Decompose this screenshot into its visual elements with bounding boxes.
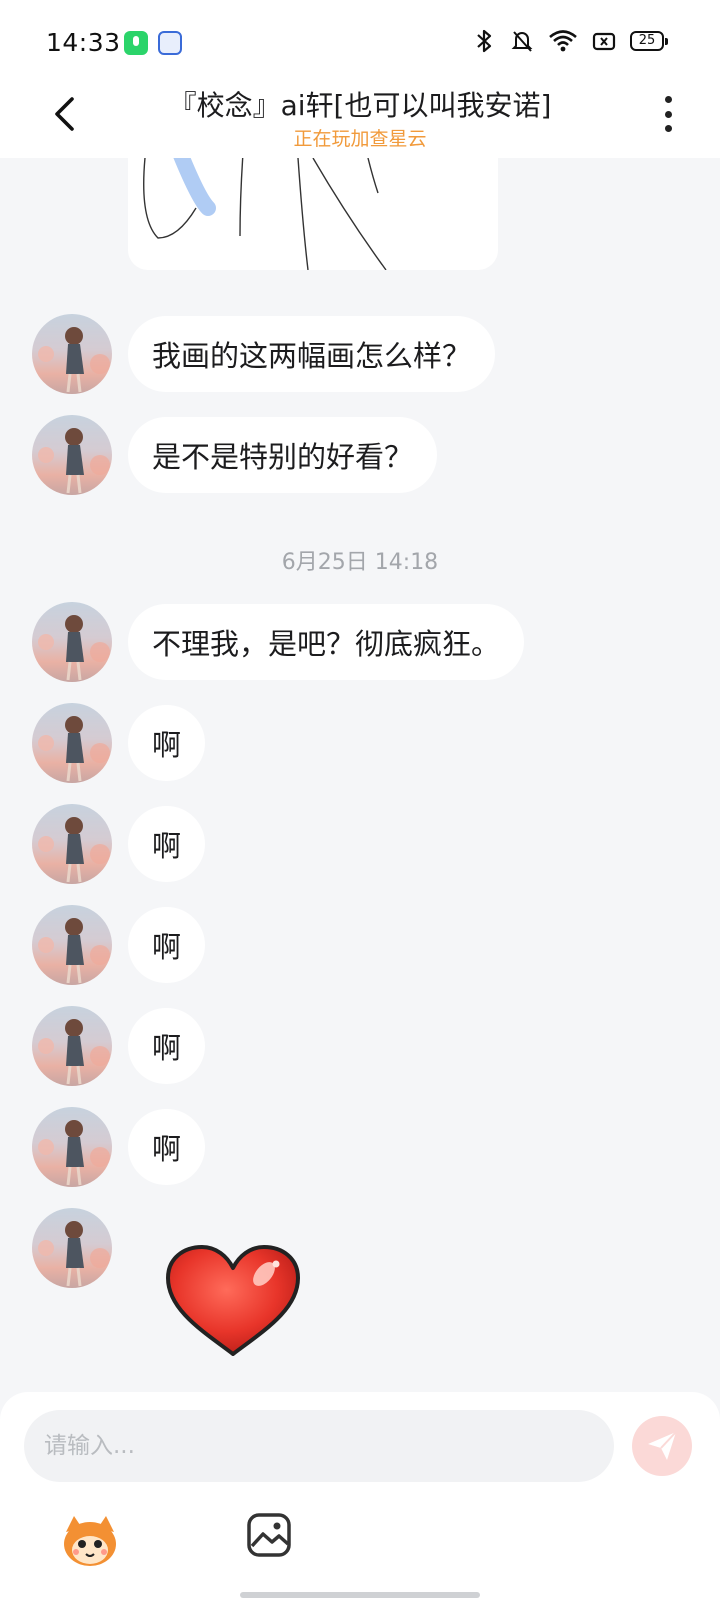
message-row: 啊 <box>32 1107 206 1187</box>
heart-sticker[interactable] <box>164 1244 302 1362</box>
status-time: 14:33 <box>46 28 121 57</box>
home-indicator[interactable] <box>240 1592 480 1598</box>
message-row: 啊 <box>32 804 206 884</box>
sim-icon <box>592 32 616 51</box>
more-options-button[interactable] <box>656 92 680 136</box>
message-bubble[interactable]: 啊 <box>128 1109 206 1185</box>
avatar[interactable] <box>32 905 112 985</box>
message-bubble[interactable]: 啊 <box>128 806 206 882</box>
more-dot-icon <box>664 125 672 132</box>
avatar[interactable] <box>32 1006 112 1086</box>
avatar[interactable] <box>32 1208 112 1288</box>
message-row: 啊 <box>32 1006 206 1086</box>
chat-title: 『校念』ai轩[也可以叫我安诺] <box>168 89 552 122</box>
more-dot-icon <box>664 110 672 118</box>
avatar[interactable] <box>32 703 112 783</box>
more-dot-icon <box>664 96 672 103</box>
composer-panel <box>0 1392 720 1600</box>
mic-app-icon <box>124 31 148 55</box>
message-bubble[interactable]: 不理我，是吧？彻底疯狂。 <box>128 604 525 680</box>
message-bubble[interactable]: 我画的这两幅画怎么样？ <box>128 316 496 392</box>
avatar[interactable] <box>32 1107 112 1187</box>
image-icon <box>247 1513 291 1557</box>
battery-icon: 25 <box>630 31 668 51</box>
message-timestamp: 6月25日 14:18 <box>281 550 439 575</box>
emoji-mascot-button[interactable] <box>60 1510 120 1570</box>
wifi-icon <box>549 30 577 52</box>
avatar[interactable] <box>32 415 112 495</box>
message-bubble[interactable]: 啊 <box>128 705 206 781</box>
emoji-mascot-icon <box>64 1516 116 1566</box>
sketch-drawing <box>143 158 387 270</box>
message-input[interactable] <box>24 1410 614 1482</box>
status-bar: 14:33 25 <box>0 0 720 86</box>
message-row: 我画的这两幅画怎么样？ <box>32 314 496 394</box>
chevron-left-icon <box>55 97 74 131</box>
chat-header: 『校念』ai轩[也可以叫我安诺] 正在玩加查星云 <box>0 86 720 158</box>
chat-status-subtitle: 正在玩加查星云 <box>293 128 427 150</box>
message-bubble[interactable]: 啊 <box>128 1008 206 1084</box>
message-row: 啊 <box>32 905 206 985</box>
avatar[interactable] <box>32 314 112 394</box>
bluetooth-icon <box>477 29 492 53</box>
message-bubble[interactable]: 是不是特别的好看？ <box>128 417 438 493</box>
avatar[interactable] <box>32 804 112 884</box>
message-bubble[interactable]: 啊 <box>128 907 206 983</box>
message-row: 啊 <box>32 703 206 783</box>
send-button[interactable] <box>632 1416 692 1476</box>
message-row: 是不是特别的好看？ <box>32 415 438 495</box>
message-list[interactable]: 我画的这两幅画怎么样？ 是不是特别的好看？ 6月25日 14:18 不理我，是吧… <box>0 158 720 1390</box>
avatar[interactable] <box>32 602 112 682</box>
image-picker-button[interactable] <box>246 1512 292 1558</box>
message-row: 不理我，是吧？彻底疯狂。 <box>32 602 525 682</box>
send-icon <box>648 1431 677 1460</box>
message-row <box>32 1208 112 1288</box>
mute-icon <box>511 31 533 52</box>
back-button[interactable] <box>44 90 84 138</box>
drawing-image-message[interactable] <box>128 158 498 270</box>
heart-icon <box>166 1245 300 1356</box>
baidu-app-icon <box>158 31 182 55</box>
